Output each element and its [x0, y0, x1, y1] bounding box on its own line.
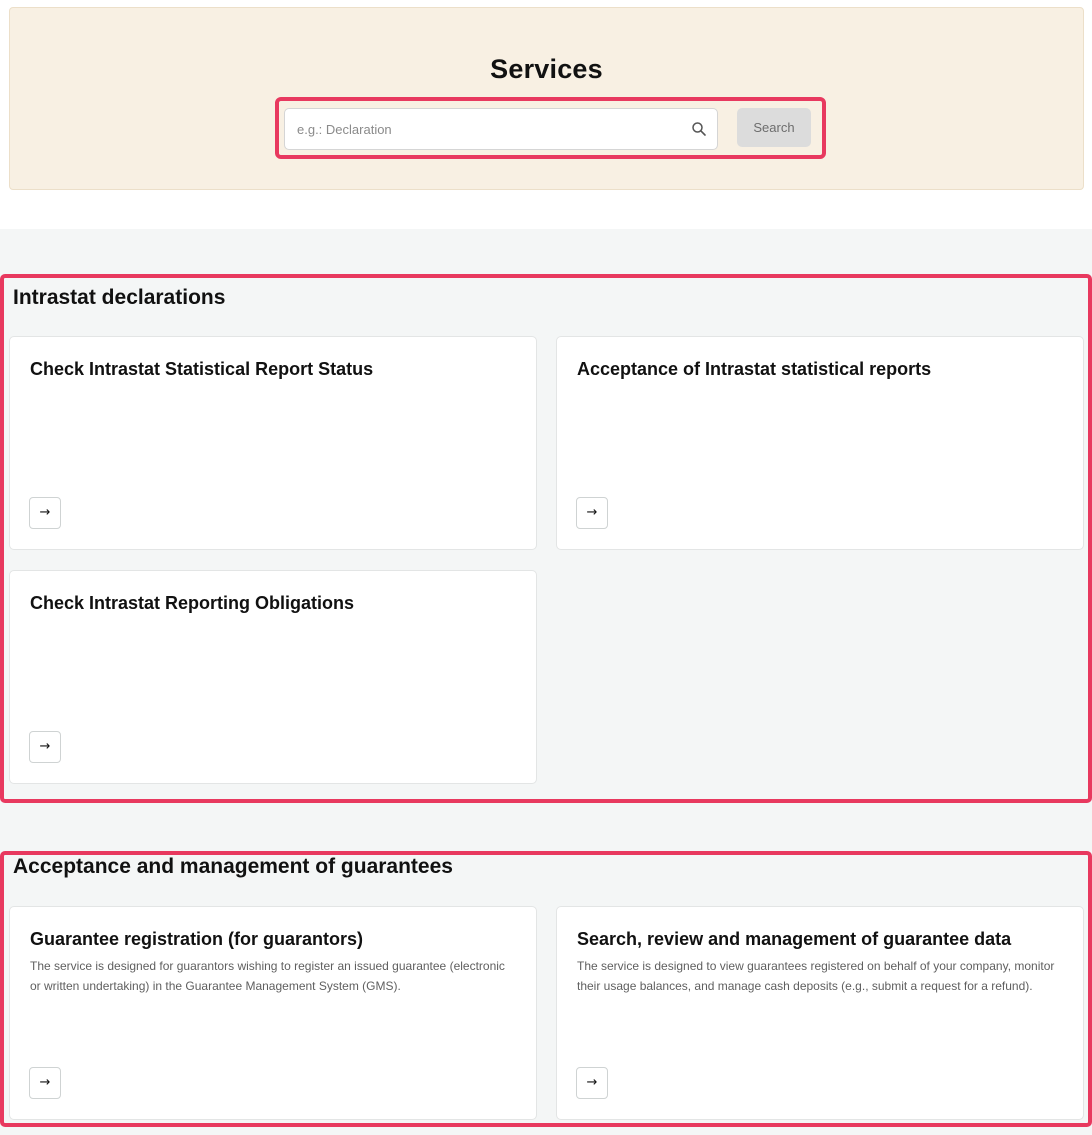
search-button[interactable]: Search	[737, 108, 811, 147]
search-field-box	[284, 108, 718, 150]
service-card-reporting-obligations[interactable]: Check Intrastat Reporting Obligations →	[9, 570, 537, 784]
service-card-acceptance-reports[interactable]: Acceptance of Intrastat statistical repo…	[556, 336, 1084, 550]
open-service-arrow-button[interactable]: →	[29, 497, 61, 529]
card-description: The service is designed to view guarante…	[577, 959, 1055, 993]
open-service-arrow-button[interactable]: →	[29, 731, 61, 763]
page-title: Services	[490, 54, 603, 84]
section-guarantees: Acceptance and management of guarantees …	[0, 851, 1092, 1127]
card-title: Guarantee registration (for guarantors)	[30, 929, 364, 949]
service-card-check-report-status[interactable]: Check Intrastat Statistical Report Statu…	[9, 336, 537, 550]
open-service-arrow-button[interactable]: →	[29, 1067, 61, 1099]
section-intrastat-declarations: Intrastat declarations Check Intrastat S…	[0, 274, 1092, 803]
open-service-arrow-button[interactable]: →	[576, 1067, 608, 1099]
card-title: Search, review and management of guarant…	[577, 929, 1012, 949]
service-card-guarantee-registration[interactable]: Guarantee registration (for guarantors) …	[9, 906, 537, 1120]
section-title: Acceptance and management of guarantees	[13, 855, 453, 878]
card-title: Acceptance of Intrastat statistical repo…	[577, 359, 932, 379]
services-page: Services Search Intrastat declarations C…	[0, 0, 1092, 1135]
section-title: Intrastat declarations	[13, 286, 226, 309]
open-service-arrow-button[interactable]: →	[576, 497, 608, 529]
card-title: Check Intrastat Statistical Report Statu…	[30, 359, 374, 379]
card-title: Check Intrastat Reporting Obligations	[30, 593, 355, 613]
service-card-guarantee-data-management[interactable]: Search, review and management of guarant…	[556, 906, 1084, 1120]
services-header: Services Search	[9, 7, 1084, 190]
search-bar-highlight: Search	[275, 97, 826, 159]
search-icon[interactable]	[691, 121, 707, 137]
card-description: The service is designed for guarantors w…	[30, 959, 505, 993]
search-input[interactable]	[285, 109, 680, 149]
